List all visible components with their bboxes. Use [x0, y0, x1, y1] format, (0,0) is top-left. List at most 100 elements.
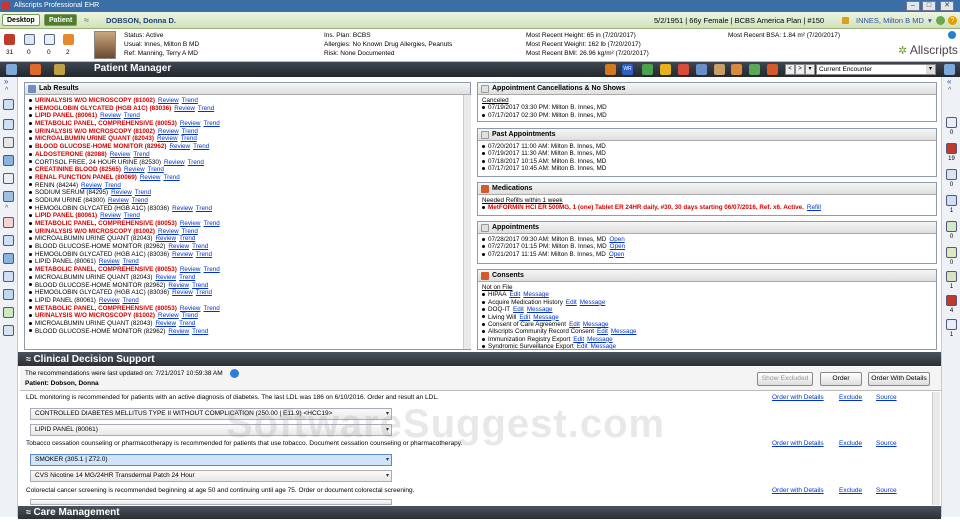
- lab-result-name[interactable]: BLOOD GLUCOSE-HOME MONITOR (82962): [35, 282, 165, 289]
- trend-link[interactable]: Trend: [182, 312, 198, 319]
- trend-link[interactable]: Trend: [192, 243, 208, 250]
- lab-result-name[interactable]: URINALYSIS W/O MICROSCOPY (81002): [35, 228, 155, 235]
- review-link[interactable]: Review: [169, 143, 190, 150]
- message-link[interactable]: Message: [587, 336, 613, 343]
- review-link[interactable]: Review: [168, 243, 189, 250]
- sidebar-item-encounters[interactable]: [3, 99, 14, 110]
- rx-icon[interactable]: [714, 64, 725, 75]
- review-link[interactable]: Review: [108, 197, 129, 204]
- source-link-2[interactable]: Source: [876, 440, 897, 447]
- sidebar-item-documents[interactable]: [3, 119, 14, 130]
- edit-link[interactable]: Edit: [509, 291, 520, 298]
- lab-result-name[interactable]: BLOOD GLUCOSE-HOME MONITOR (82962): [35, 328, 165, 335]
- exclude-link-1[interactable]: Exclude: [839, 394, 862, 401]
- message-link[interactable]: Message: [523, 291, 549, 298]
- edit-link[interactable]: Edit: [573, 336, 584, 343]
- lab-result-name[interactable]: METABOLIC PANEL, COMPREHENSIVE (80053): [35, 266, 177, 273]
- review-link[interactable]: Review: [99, 258, 120, 265]
- search-icon[interactable]: [749, 64, 760, 75]
- layout-icon[interactable]: [944, 64, 955, 75]
- warning-icon[interactable]: [660, 64, 671, 75]
- open-link[interactable]: Open: [609, 251, 624, 258]
- encounter-select[interactable]: Current Encounter ▾: [816, 64, 936, 75]
- review-link[interactable]: Review: [111, 189, 132, 196]
- lab-result-name[interactable]: RENAL FUNCTION PANEL (80069): [35, 174, 137, 181]
- sidebar-item-vitals[interactable]: [3, 253, 14, 264]
- message-link[interactable]: Message: [591, 343, 617, 349]
- lab-result-name[interactable]: ALDOSTERONE (82088): [35, 151, 107, 158]
- trend-link[interactable]: Trend: [124, 112, 140, 119]
- close-button[interactable]: ✕: [940, 1, 954, 11]
- lab-result-name[interactable]: LIPID PANEL (80061): [35, 212, 97, 219]
- review-link[interactable]: Review: [168, 282, 189, 289]
- trend-link[interactable]: Trend: [179, 235, 195, 242]
- orders-icon[interactable]: [696, 64, 707, 75]
- allergy-icon[interactable]: [678, 64, 689, 75]
- review-link[interactable]: Review: [180, 120, 201, 127]
- show-excluded-button[interactable]: Show Excluded: [757, 372, 813, 386]
- refill-link[interactable]: Refill: [807, 204, 821, 211]
- globe-icon[interactable]: [946, 221, 957, 232]
- lab-result-name[interactable]: SODIUM URINE (84300): [35, 197, 105, 204]
- lab-result-name[interactable]: HEMOGLOBIN GLYCATED (HGB A1C) (83036): [35, 289, 169, 296]
- review-link[interactable]: Review: [180, 220, 201, 227]
- lab-result-name[interactable]: LIPID PANEL (80061): [35, 297, 96, 304]
- trend-link[interactable]: Trend: [182, 228, 198, 235]
- help-icon[interactable]: ?: [948, 16, 957, 25]
- trend-link[interactable]: Trend: [179, 274, 195, 281]
- review-link[interactable]: Review: [168, 328, 189, 335]
- review-link[interactable]: Review: [164, 159, 185, 166]
- alerts-right-icon[interactable]: [946, 143, 957, 154]
- forward-button[interactable]: >: [795, 64, 805, 75]
- sidebar-item-contacts[interactable]: [3, 289, 14, 300]
- maximize-button[interactable]: □: [922, 1, 936, 11]
- order-select-2[interactable]: CVS Nicotine 14 MG/24HR Transdermal Patc…: [30, 470, 392, 482]
- lab-result-name[interactable]: RENIN (84244): [35, 182, 78, 189]
- order-button[interactable]: Order: [820, 372, 862, 386]
- review-link[interactable]: Review: [99, 297, 120, 304]
- review-link[interactable]: Review: [158, 312, 179, 319]
- bookmark-icon[interactable]: [767, 64, 778, 75]
- urgent-icon[interactable]: [946, 295, 957, 306]
- review-link[interactable]: Review: [140, 174, 161, 181]
- trend-link[interactable]: Trend: [124, 212, 140, 219]
- review-link[interactable]: Review: [180, 305, 201, 312]
- trend-link[interactable]: Trend: [123, 297, 139, 304]
- trend-link[interactable]: Trend: [192, 328, 208, 335]
- sidebar-item-meds[interactable]: [3, 191, 14, 202]
- review-link[interactable]: Review: [158, 128, 179, 135]
- lab-result-name[interactable]: URINALYSIS W/O MICROSCOPY (81002): [35, 97, 155, 104]
- trend-link[interactable]: Trend: [196, 205, 212, 212]
- lab-result-name[interactable]: METABOLIC PANEL, COMPREHENSIVE (80053): [35, 120, 177, 127]
- alerts-icon[interactable]: [4, 34, 15, 45]
- trend-link[interactable]: Trend: [203, 266, 219, 273]
- trend-link[interactable]: Trend: [203, 305, 219, 312]
- edit-link[interactable]: Edit: [519, 314, 530, 321]
- trend-link[interactable]: Trend: [135, 189, 151, 196]
- trend-link[interactable]: Trend: [123, 258, 139, 265]
- lab-result-name[interactable]: METABOLIC PANEL, COMPREHENSIVE (80053): [35, 305, 177, 312]
- lab-result-name[interactable]: HEMOGLOBIN GLYCATED (HGB A1C) (83036): [35, 105, 171, 112]
- back-button[interactable]: <: [785, 64, 795, 75]
- sidebar-item-history[interactable]: [3, 137, 14, 148]
- message-link[interactable]: Message: [580, 299, 606, 306]
- trend-link[interactable]: Trend: [203, 220, 219, 227]
- exclude-link-3[interactable]: Exclude: [839, 487, 862, 494]
- edit-link[interactable]: Edit: [577, 343, 588, 349]
- trend-link[interactable]: Trend: [182, 97, 198, 104]
- trend-link[interactable]: Trend: [105, 182, 121, 189]
- lab-result-name[interactable]: MICROALBUMIN URINE QUANT (82043): [35, 235, 152, 242]
- trend-link[interactable]: Trend: [188, 159, 204, 166]
- patient-name[interactable]: DOBSON, Donna D.: [106, 12, 176, 29]
- message-link[interactable]: Message: [611, 328, 637, 335]
- exclude-link-2[interactable]: Exclude: [839, 440, 862, 447]
- flag-icon[interactable]: [842, 17, 849, 24]
- lab-scrollbar[interactable]: [463, 95, 471, 349]
- notes-icon[interactable]: [63, 34, 74, 45]
- message-link[interactable]: Message: [583, 321, 609, 328]
- refresh-cds-icon[interactable]: [230, 369, 239, 378]
- trend-link[interactable]: Trend: [163, 174, 179, 181]
- tab-desktop[interactable]: Desktop: [2, 14, 40, 26]
- tasks-icon[interactable]: [24, 34, 35, 45]
- lab-result-name[interactable]: URINALYSIS W/O MICROSCOPY (81002): [35, 312, 155, 319]
